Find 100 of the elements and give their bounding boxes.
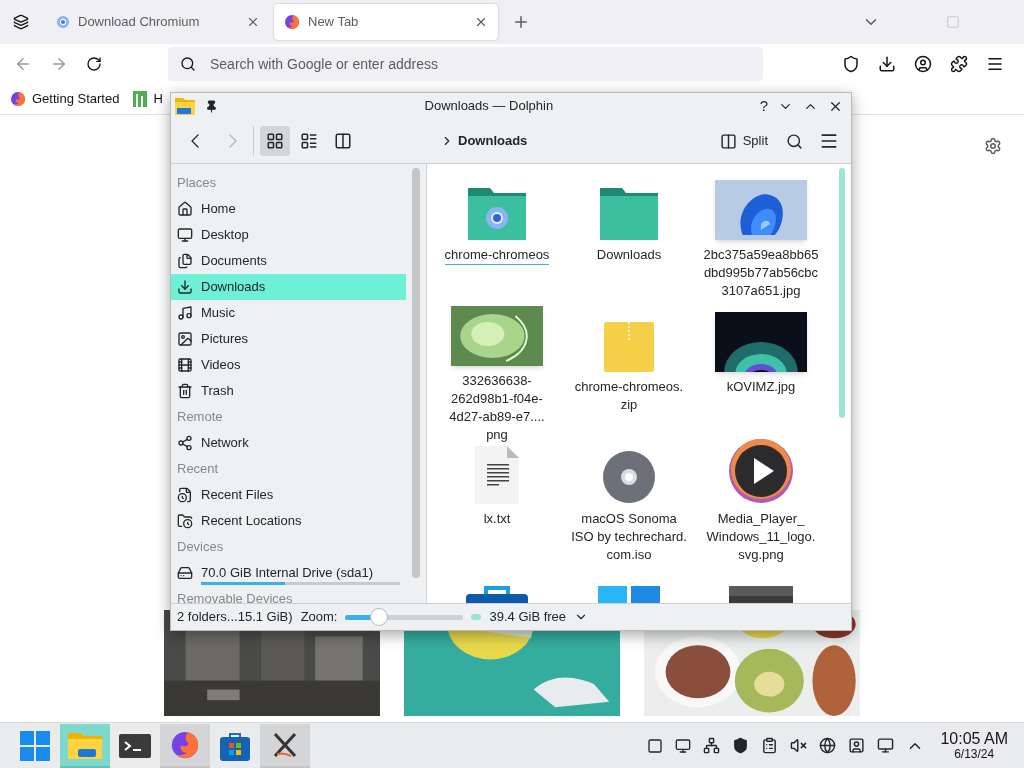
disc-icon bbox=[602, 450, 656, 504]
folder-icon bbox=[68, 730, 102, 759]
account-icon[interactable] bbox=[914, 55, 932, 73]
slider-handle[interactable] bbox=[369, 608, 388, 626]
breadcrumb[interactable]: Downloads bbox=[458, 131, 528, 151]
file-name[interactable]: 332636638-262d98b1-f04e-4d27-ab89-e7.... png bbox=[438, 372, 556, 444]
file-name[interactable]: Downloads bbox=[596, 246, 662, 264]
file-name[interactable]: Media_Player_ Windows_11_logo. svg.png bbox=[702, 510, 820, 564]
sidebar-item[interactable]: Recent Locations bbox=[171, 508, 406, 534]
pin-icon[interactable] bbox=[205, 99, 218, 113]
close-icon[interactable] bbox=[246, 15, 260, 29]
x-logo-icon bbox=[272, 731, 298, 758]
sidebar-item[interactable]: Documents bbox=[171, 248, 406, 274]
globe-icon bbox=[56, 15, 70, 29]
place-icon bbox=[177, 435, 193, 451]
globe-icon[interactable] bbox=[819, 737, 837, 754]
scrollbar[interactable] bbox=[412, 168, 420, 578]
clock[interactable]: 10:05 AM 6/13/24 bbox=[940, 730, 1008, 761]
puzzle-icon[interactable] bbox=[950, 55, 968, 73]
mute-icon[interactable] bbox=[790, 737, 808, 754]
place-icon bbox=[177, 305, 193, 321]
new-tab-icon[interactable] bbox=[512, 13, 530, 31]
taskbar-button[interactable] bbox=[160, 723, 210, 768]
display-icon[interactable] bbox=[675, 737, 692, 754]
section-heading: Remote bbox=[176, 408, 224, 427]
file-name[interactable]: 2bc375a59ea8bb65dbd995b77ab56cbc3107a651.jpg bbox=[702, 246, 820, 300]
close-icon[interactable] bbox=[474, 15, 488, 29]
status-summary: 2 folders...15.1 GiB) bbox=[177, 608, 293, 627]
search-icon[interactable] bbox=[786, 132, 803, 150]
clock-date: 6/13/24 bbox=[954, 747, 995, 761]
file-name[interactable]: chrome-chromeos. zip bbox=[570, 378, 688, 414]
help-button[interactable]: ? bbox=[759, 94, 768, 118]
back-icon[interactable] bbox=[14, 55, 32, 73]
section-heading: Places bbox=[176, 174, 218, 193]
place-icon bbox=[177, 201, 193, 217]
folder-icon bbox=[599, 186, 659, 240]
scrollbar[interactable] bbox=[839, 168, 845, 418]
view-mode-button[interactable] bbox=[260, 126, 290, 156]
bookmark-label: H bbox=[153, 90, 163, 109]
window-title: Downloads — Dolphin bbox=[423, 97, 555, 116]
place-icon bbox=[177, 565, 193, 581]
clipboard-icon[interactable] bbox=[761, 737, 779, 754]
browser-tab[interactable]: Download Chromium bbox=[46, 4, 270, 40]
bookmark[interactable]: H bbox=[133, 89, 163, 109]
folder-icon bbox=[467, 186, 527, 240]
browser-tab[interactable]: New Tab bbox=[274, 4, 498, 40]
display-icon[interactable] bbox=[877, 737, 895, 754]
text-file-icon bbox=[475, 446, 519, 504]
section-heading: Removable Devices bbox=[176, 590, 294, 603]
view-icon bbox=[300, 132, 318, 150]
section-heading: Recent bbox=[176, 460, 220, 479]
keyboard-layout-icon[interactable] bbox=[848, 737, 866, 754]
bookmark-icon bbox=[133, 91, 148, 107]
taskbar-button[interactable] bbox=[260, 723, 310, 768]
split-button[interactable]: Split bbox=[719, 131, 768, 151]
network-icon[interactable] bbox=[703, 737, 721, 754]
file-name[interactable]: kOVIMZ.jpg bbox=[726, 378, 796, 396]
zoom-slider[interactable] bbox=[345, 608, 464, 626]
tab-title: Download Chromium bbox=[78, 13, 201, 32]
capacity-icon bbox=[471, 614, 482, 620]
file-name[interactable]: lx.txt bbox=[483, 510, 511, 528]
place-icon bbox=[177, 227, 193, 243]
address-field[interactable]: Search with Google or enter address bbox=[168, 47, 763, 81]
sidebar-item[interactable]: Pictures bbox=[171, 326, 406, 352]
view-icon bbox=[334, 132, 352, 150]
window-icon[interactable] bbox=[647, 737, 664, 754]
split-icon bbox=[719, 132, 737, 150]
sidebar-label: Recent Locations bbox=[201, 512, 302, 531]
free-space[interactable]: 39.4 GiB free bbox=[489, 607, 567, 627]
sidebar-label: Music bbox=[201, 304, 235, 323]
forward-icon[interactable] bbox=[50, 55, 68, 73]
view-icon bbox=[266, 132, 284, 150]
shield-icon[interactable] bbox=[732, 737, 750, 754]
firefox-icon bbox=[10, 91, 26, 107]
sidebar-item[interactable]: Videos bbox=[171, 352, 406, 378]
folder-icon bbox=[175, 97, 195, 115]
sidebar-item[interactable]: Desktop bbox=[171, 222, 406, 248]
sidebar-label: Home bbox=[201, 200, 236, 219]
sidebar-item[interactable]: Network bbox=[171, 430, 406, 456]
menu-icon[interactable] bbox=[819, 131, 839, 151]
file-name[interactable]: macOS Sonoma ISO by techrechard. com.iso bbox=[570, 510, 688, 564]
place-icon bbox=[177, 487, 193, 503]
sidebar-item[interactable]: Music bbox=[171, 300, 406, 326]
sidebar-item[interactable]: Downloads bbox=[171, 274, 406, 300]
reload-icon[interactable] bbox=[86, 56, 102, 72]
download-icon[interactable] bbox=[878, 55, 896, 73]
sidebar-item[interactable]: Trash bbox=[171, 378, 406, 404]
sidebar-item[interactable]: Recent Files bbox=[171, 482, 406, 508]
file-name[interactable]: chrome-chromeos bbox=[444, 246, 550, 265]
tiles-icon bbox=[20, 730, 50, 761]
sidebar-label: Network bbox=[201, 434, 249, 453]
shopping-bag-icon bbox=[220, 730, 250, 761]
menu-icon[interactable] bbox=[986, 55, 1004, 73]
sidebar-label: Videos bbox=[201, 356, 241, 375]
settings-icon[interactable] bbox=[984, 137, 1002, 155]
sidebar-item[interactable]: 70.0 GiB Internal Drive (sda1) bbox=[171, 560, 406, 586]
shield-icon[interactable] bbox=[842, 55, 860, 73]
place-icon bbox=[177, 357, 193, 373]
sidebar-item[interactable]: Home bbox=[171, 196, 406, 222]
bookmark[interactable]: Getting Started bbox=[10, 89, 120, 109]
